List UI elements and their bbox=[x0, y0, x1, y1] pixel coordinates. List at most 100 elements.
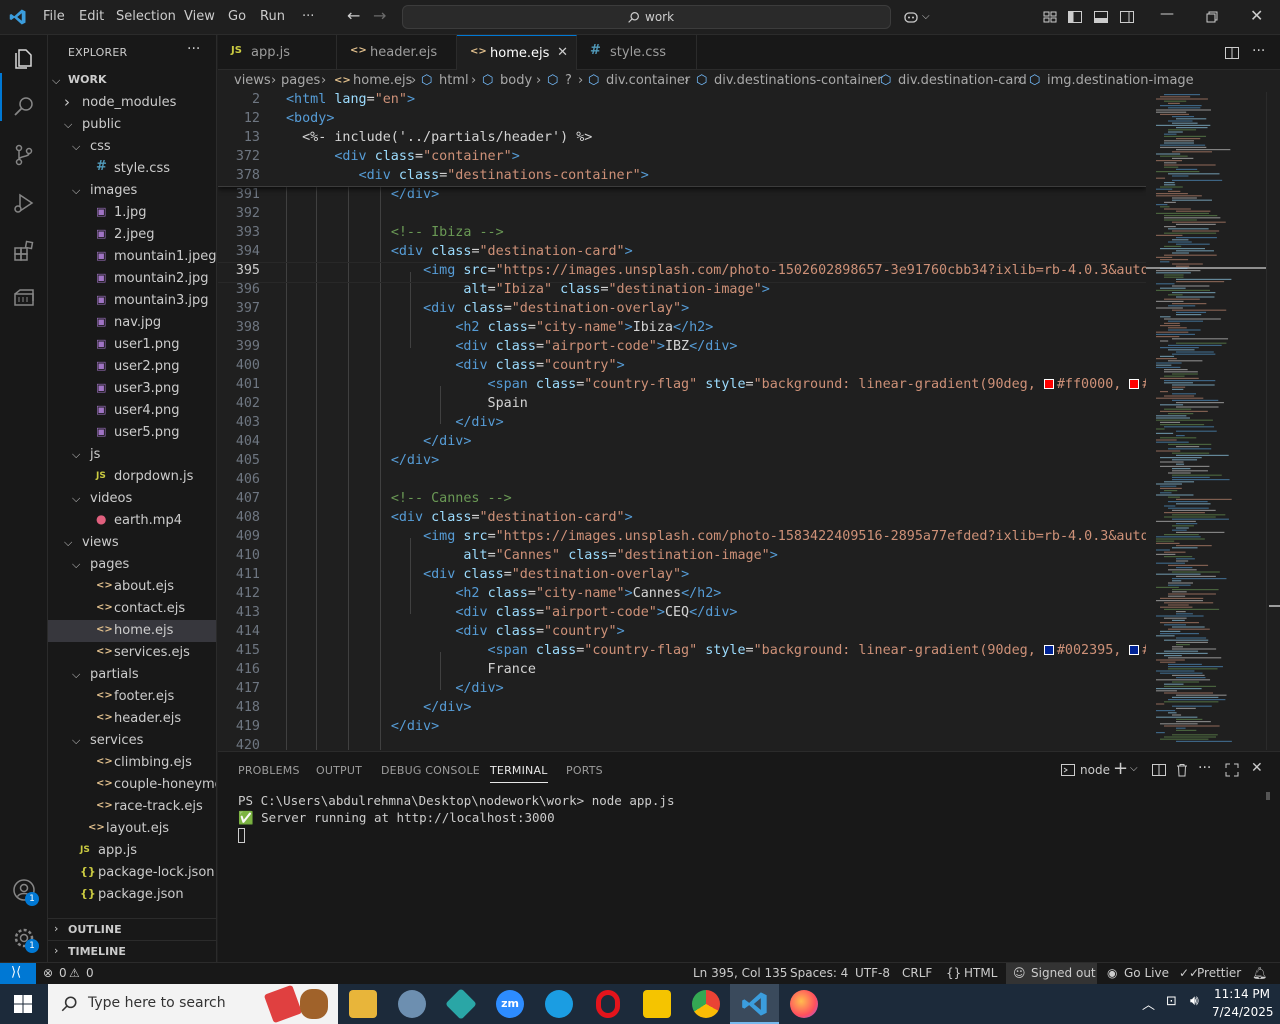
breadcrumb-div-container[interactable]: div.container bbox=[606, 73, 690, 88]
extensions-icon[interactable] bbox=[12, 239, 36, 263]
encoding[interactable]: UTF-8 bbox=[855, 966, 890, 980]
remote-indicator[interactable]: ⟩⟨ bbox=[0, 963, 36, 985]
chrome-icon[interactable] bbox=[692, 990, 720, 1018]
sticky-notes-icon[interactable] bbox=[643, 990, 671, 1018]
menu-file[interactable]: File bbox=[43, 9, 65, 24]
source-control-icon[interactable] bbox=[12, 143, 36, 167]
tree-file[interactable]: <> about.ejs bbox=[48, 576, 216, 598]
color-swatch[interactable] bbox=[1043, 645, 1054, 655]
run-debug-icon[interactable] bbox=[12, 191, 36, 215]
toggle-secondary-sidebar-icon[interactable] bbox=[1119, 9, 1135, 25]
vscode-taskbar-icon[interactable] bbox=[741, 990, 769, 1018]
tab-app-js[interactable]: JS app.js bbox=[218, 35, 337, 70]
tree-file[interactable]: <> services.ejs bbox=[48, 642, 216, 664]
tree-file[interactable]: ▣ mountain1.jpeg bbox=[48, 246, 216, 268]
search-icon[interactable] bbox=[12, 95, 36, 119]
tab-style-css[interactable]: # style.css bbox=[577, 35, 697, 70]
file-explorer-icon[interactable] bbox=[349, 990, 377, 1018]
code-editor[interactable]: 391 </div> 392 393 <!-- Ibiza --> 394 <div … bbox=[218, 92, 1146, 750]
tree-file[interactable]: <> climbing.ejs bbox=[48, 752, 216, 774]
back-arrow-icon[interactable]: ← bbox=[347, 6, 360, 25]
indentation[interactable]: Spaces: 4 bbox=[790, 966, 848, 980]
menu-edit[interactable]: Edit bbox=[79, 9, 104, 24]
tree-file[interactable]: <> contact.ejs bbox=[48, 598, 216, 620]
taskbar-search-box[interactable]: Type here to search bbox=[48, 984, 338, 1024]
tree-file[interactable]: ▣ mountain2.jpg bbox=[48, 268, 216, 290]
workspace-root[interactable]: ⌵ WORK bbox=[48, 70, 216, 92]
customize-layout-icon[interactable] bbox=[1042, 9, 1058, 25]
tree-file[interactable]: ▣ nav.jpg bbox=[48, 312, 216, 334]
tree-file[interactable]: <> footer.ejs bbox=[48, 686, 216, 708]
tree-file[interactable]: <> race-track.ejs bbox=[48, 796, 216, 818]
close-panel-icon[interactable]: ✕ bbox=[1251, 760, 1263, 776]
language-mode[interactable]: HTML bbox=[964, 966, 997, 980]
tree-file[interactable]: <> header.ejs bbox=[48, 708, 216, 730]
breadcrumb-html[interactable]: html bbox=[439, 73, 469, 88]
menu-view[interactable]: View bbox=[184, 9, 215, 24]
panel-more-button[interactable]: ··· bbox=[1198, 760, 1211, 776]
close-window-icon[interactable]: ✕ bbox=[1250, 6, 1263, 25]
outline-section[interactable]: › OUTLINE bbox=[48, 918, 216, 940]
trash-icon[interactable] bbox=[1174, 762, 1190, 778]
tree-folder[interactable]: ⌵ videos bbox=[48, 488, 216, 510]
tree-file[interactable]: JS app.js bbox=[48, 840, 216, 862]
toggle-panel-icon[interactable] bbox=[1093, 9, 1109, 25]
tree-folder[interactable]: ⌵ js bbox=[48, 444, 216, 466]
line-ending[interactable]: CRLF bbox=[902, 966, 932, 980]
menu-run[interactable]: Run bbox=[260, 9, 285, 24]
error-icon[interactable]: ⊗ bbox=[43, 966, 53, 980]
tree-file[interactable]: ▣ user4.png bbox=[48, 400, 216, 422]
split-terminal-icon[interactable] bbox=[1151, 762, 1167, 778]
tree-folder[interactable]: ⌵ views bbox=[48, 532, 216, 554]
warning-icon[interactable]: ⚠ bbox=[69, 966, 80, 980]
split-editor-icon[interactable] bbox=[1224, 45, 1240, 61]
tree-file[interactable]: {} package-lock.json bbox=[48, 862, 216, 884]
menu-more[interactable]: ··· bbox=[302, 9, 314, 24]
tree-folder[interactable]: ⌵ images bbox=[48, 180, 216, 202]
go-live-button[interactable]: Go Live bbox=[1124, 966, 1169, 980]
firefox-icon[interactable] bbox=[790, 990, 818, 1018]
remote-explorer-icon[interactable] bbox=[12, 287, 36, 311]
restore-icon[interactable] bbox=[1204, 9, 1220, 25]
breadcrumb-img-destination-image[interactable]: img.destination-image bbox=[1047, 73, 1194, 88]
tree-file[interactable]: ▣ user3.png bbox=[48, 378, 216, 400]
color-swatch[interactable] bbox=[1129, 379, 1140, 389]
tree-file[interactable]: # style.css bbox=[48, 158, 216, 180]
command-center-search[interactable]: work bbox=[402, 5, 891, 29]
tree-file[interactable]: ▣ 2.jpeg bbox=[48, 224, 216, 246]
breadcrumb-div-destination-card[interactable]: div.destination-card bbox=[898, 73, 1027, 88]
toggle-sidebar-icon[interactable] bbox=[1067, 9, 1083, 25]
tree-file[interactable]: ▣ 1.jpg bbox=[48, 202, 216, 224]
tree-file[interactable]: ▣ user5.png bbox=[48, 422, 216, 444]
new-terminal-icon[interactable]: + bbox=[1113, 758, 1128, 779]
timeline-section[interactable]: › TIMELINE bbox=[48, 940, 216, 962]
panel-tab-debug-console[interactable]: DEBUG CONSOLE bbox=[381, 764, 480, 777]
tree-file[interactable]: JS dorpdown.js bbox=[48, 466, 216, 488]
copilot-icon[interactable] bbox=[903, 9, 919, 25]
tree-folder[interactable]: ⌵ public bbox=[48, 114, 216, 136]
editor-more-button[interactable]: ··· bbox=[1252, 43, 1265, 59]
network-icon[interactable]: ⊡ bbox=[1166, 994, 1177, 1009]
volume-icon[interactable]: 🔊︎ bbox=[1190, 993, 1199, 1009]
menu-selection[interactable]: Selection bbox=[116, 9, 176, 24]
maximize-panel-icon[interactable] bbox=[1224, 762, 1240, 778]
color-swatch[interactable] bbox=[1129, 645, 1140, 655]
tree-file[interactable]: <> layout.ejs bbox=[48, 818, 216, 840]
minimize-icon[interactable]: — bbox=[1160, 6, 1174, 22]
tree-folder[interactable]: ⌵ partials bbox=[48, 664, 216, 686]
prettier-button[interactable]: Prettier bbox=[1197, 966, 1241, 980]
edge-icon[interactable] bbox=[545, 990, 573, 1018]
opera-icon[interactable] bbox=[596, 990, 620, 1018]
chevron-up-icon[interactable]: ︿ bbox=[1142, 994, 1155, 1013]
tree-file[interactable]: <> home.ejs bbox=[48, 620, 216, 642]
app-icon[interactable] bbox=[398, 990, 426, 1018]
breadcrumb-div-destinations-container[interactable]: div.destinations-container bbox=[714, 73, 883, 88]
tree-file[interactable]: ▣ mountain3.jpg bbox=[48, 290, 216, 312]
panel-tab-problems[interactable]: PROBLEMS bbox=[238, 764, 300, 777]
tree-folder[interactable]: ⌵ services bbox=[48, 730, 216, 752]
close-icon[interactable]: ✕ bbox=[557, 45, 568, 60]
panel-tab-output[interactable]: OUTPUT bbox=[316, 764, 362, 777]
tree-folder[interactable]: ⌵ css bbox=[48, 136, 216, 158]
menu-go[interactable]: Go bbox=[228, 9, 246, 24]
tab-home-ejs[interactable]: <> home.ejs ✕ bbox=[457, 35, 577, 70]
